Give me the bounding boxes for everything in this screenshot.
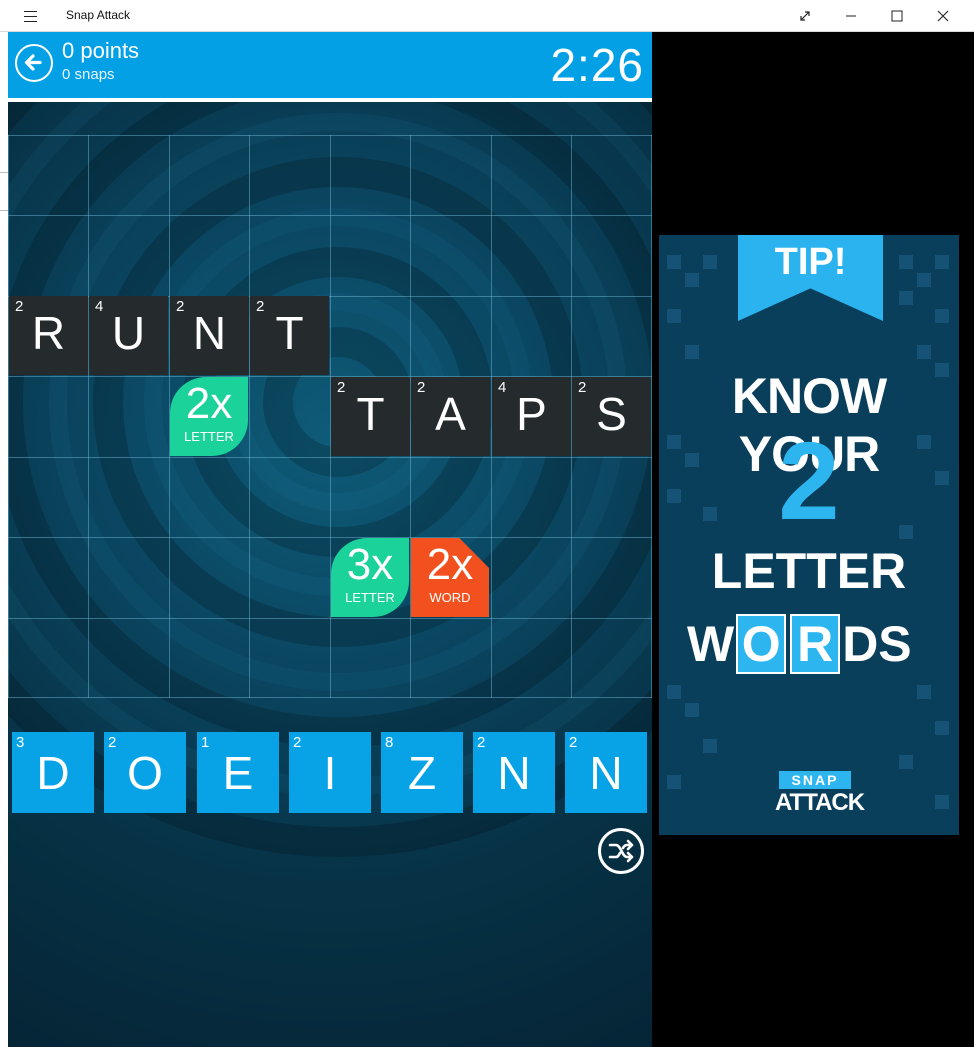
board-tile[interactable]: 2 N bbox=[170, 296, 249, 375]
shuffle-icon[interactable] bbox=[598, 828, 644, 874]
rack-tile[interactable]: 2 N bbox=[565, 732, 647, 813]
board-tile[interactable]: 2 A bbox=[411, 377, 490, 456]
ad-words-line: W O R DS bbox=[687, 614, 912, 674]
double-letter-bonus[interactable]: 2x LETTER bbox=[170, 377, 248, 456]
ad-logo-bottom: ATTACK bbox=[775, 789, 865, 816]
maximize-icon[interactable] bbox=[874, 0, 920, 32]
points-label: 0 points bbox=[62, 38, 140, 63]
ad-subline: LETTER bbox=[711, 543, 907, 599]
board-tile[interactable]: 2 R bbox=[9, 296, 88, 375]
left-edge-strip bbox=[0, 32, 8, 1047]
rack-tile[interactable]: 8 Z bbox=[381, 732, 463, 813]
game-board[interactable]: 2 R 4 U 2 N 2 T 2 T 2 A 4 P 2 S 2x LETTE… bbox=[8, 135, 652, 698]
rack-tile[interactable]: 3 D bbox=[12, 732, 94, 813]
minimize-icon[interactable] bbox=[828, 0, 874, 32]
window-title: Snap Attack bbox=[66, 8, 131, 22]
expand-icon[interactable] bbox=[782, 0, 828, 32]
board-tile[interactable]: 4 U bbox=[89, 296, 168, 375]
ad-number: 2 bbox=[778, 420, 840, 543]
game-area: 0 points 0 snaps 2:26 2 R 4 U 2 N 2 T 2 … bbox=[8, 32, 652, 1047]
ad-logo-top: SNAP bbox=[779, 771, 851, 789]
snaps-label: 0 snaps bbox=[62, 66, 115, 83]
score-header: 0 points 0 snaps 2:26 bbox=[8, 32, 652, 98]
rack-tile[interactable]: 2 I bbox=[289, 732, 371, 813]
board-tile[interactable]: 2 T bbox=[331, 377, 410, 456]
hamburger-icon[interactable] bbox=[14, 6, 46, 26]
rack-tile[interactable]: 2 N bbox=[473, 732, 555, 813]
header-divider bbox=[8, 98, 652, 102]
board-tile[interactable]: 4 P bbox=[492, 377, 571, 456]
triple-letter-bonus[interactable]: 3x LETTER bbox=[331, 538, 409, 617]
rack-tile[interactable]: 1 E bbox=[197, 732, 279, 813]
board-tile[interactable]: 2 S bbox=[572, 377, 651, 456]
back-arrow-icon[interactable] bbox=[15, 44, 53, 82]
close-icon[interactable] bbox=[920, 0, 966, 32]
title-bar: Snap Attack bbox=[0, 0, 974, 32]
board-tile[interactable]: 2 T bbox=[250, 296, 329, 375]
tip-ad-banner[interactable]: TIP! KNOW YOUR 2 LETTER W O R DS SNAP AT… bbox=[659, 235, 959, 835]
tip-label: TIP! bbox=[774, 241, 847, 283]
timer: 2:26 bbox=[550, 39, 644, 91]
rack-tile[interactable]: 2 O bbox=[104, 732, 186, 813]
double-word-bonus[interactable]: 2x WORD bbox=[411, 538, 489, 617]
